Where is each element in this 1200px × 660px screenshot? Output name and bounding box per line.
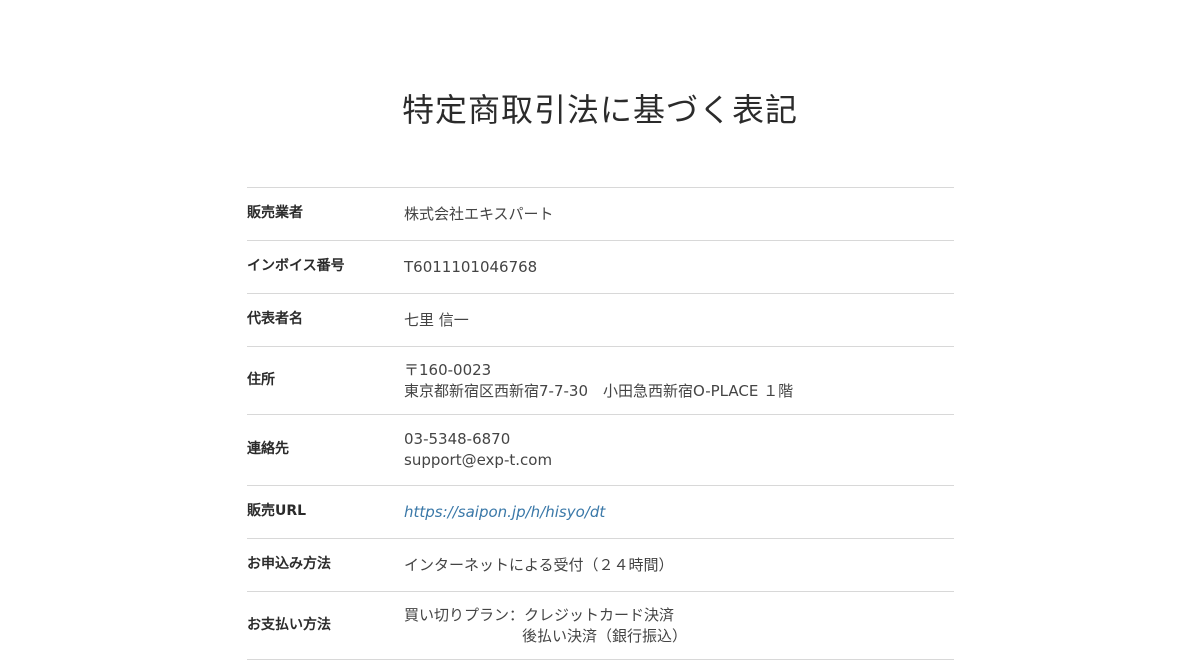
table-row-payment-method: お支払い方法 買い切りプラン：クレジットカード決済 後払い決済（銀行振込） (247, 592, 954, 660)
row-label-representative: 代表者名 (247, 311, 303, 327)
row-label-sales-url: 販売URL (247, 503, 307, 519)
table-row-seller: 販売業者 株式会社エキスパート (247, 188, 954, 241)
phone-number: 03-5348-6870 (404, 430, 511, 448)
table-row-address: 住所 〒160-0023 東京都新宿区西新宿7-7-30 小田急西新宿O-PLA… (247, 347, 954, 415)
row-label-address: 住所 (247, 371, 275, 388)
row-value-address: 〒160-0023 東京都新宿区西新宿7-7-30 小田急西新宿O-PLACE … (404, 360, 793, 402)
table-row-invoice: インボイス番号 T6011101046768 (247, 241, 954, 294)
email-address: support@exp-t.com (404, 451, 553, 469)
table-row-representative: 代表者名 七里 信一 (247, 294, 954, 347)
row-value-invoice: T6011101046768 (404, 257, 537, 278)
invoice-number: T6011101046768 (404, 257, 538, 276)
street-address: 東京都新宿区西新宿7-7-30 小田急西新宿O-PLACE １階 (404, 381, 794, 400)
sales-url-link[interactable]: https://saipon.jp/h/hisyo/dt (404, 503, 605, 521)
representative-name: 七里 信一 (404, 310, 469, 329)
row-label-payment-method: お支払い方法 (247, 616, 331, 633)
payment-method-line-2: 後払い決済（銀行振込） (522, 626, 688, 645)
legal-info-table: 販売業者 株式会社エキスパート インボイス番号 T6011101046768 代… (247, 187, 954, 660)
row-label-seller: 販売業者 (247, 205, 303, 221)
table-row-application-method: お申込み方法 インターネットによる受付（２４時間） (247, 539, 954, 592)
row-value-representative: 七里 信一 (404, 310, 469, 331)
row-value-payment-method: 買い切りプラン：クレジットカード決済 後払い決済（銀行振込） (404, 605, 687, 647)
table-row-sales-url: 販売URL https://saipon.jp/h/hisyo/dt (247, 486, 954, 539)
seller-name: 株式会社エキスパート (404, 204, 554, 223)
row-label-application-method: お申込み方法 (247, 556, 331, 572)
row-value-application-method: インターネットによる受付（２４時間） (404, 555, 674, 576)
row-value-contact: 03-5348-6870 support@exp-t.com (404, 429, 552, 471)
page-title: 特定商取引法に基づく表記 (401, 91, 798, 129)
table-row-contact: 連絡先 03-5348-6870 support@exp-t.com (247, 415, 954, 486)
application-method-text: インターネットによる受付（２４時間） (404, 555, 674, 574)
row-label-invoice: インボイス番号 (247, 258, 345, 274)
row-value-sales-url: https://saipon.jp/h/hisyo/dt (404, 502, 605, 523)
postal-code: 〒160-0023 (404, 360, 492, 379)
row-label-contact: 連絡先 (247, 441, 289, 457)
payment-method-line-1: 買い切りプラン：クレジットカード決済 (404, 605, 675, 624)
row-value-seller: 株式会社エキスパート (404, 204, 554, 225)
